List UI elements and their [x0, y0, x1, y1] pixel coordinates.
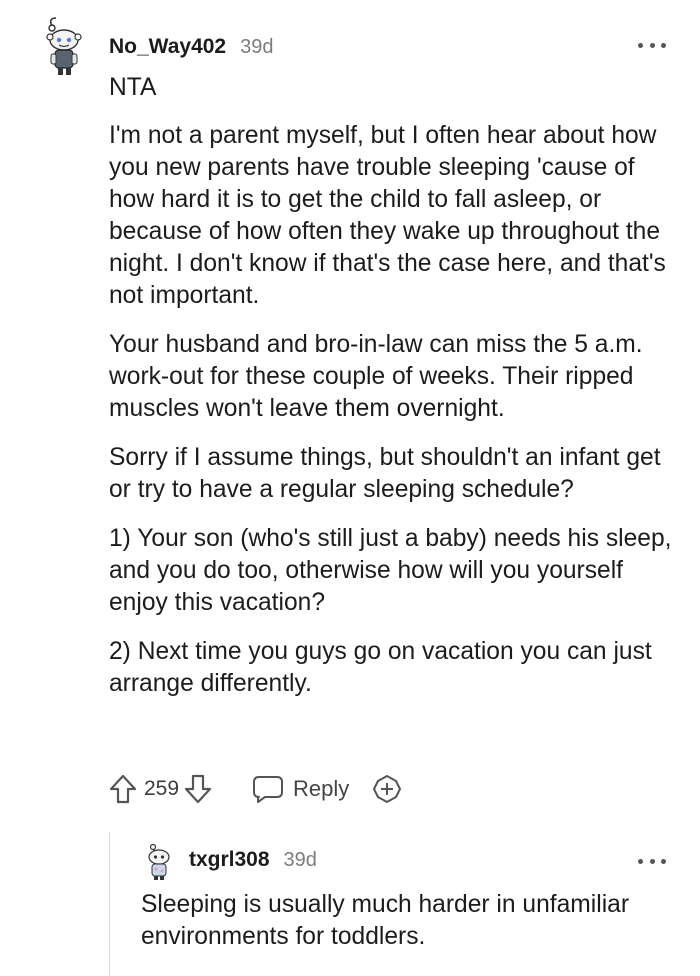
reply-username[interactable]: txgrl308: [189, 848, 270, 872]
snoo-avatar-icon: [148, 843, 170, 880]
thread-line[interactable]: [109, 832, 110, 976]
downvote-button[interactable]: [183, 773, 213, 805]
snoo-avatar-icon: [46, 17, 82, 75]
reply-body: Sleeping is usually much harder in unfam…: [141, 891, 630, 950]
comment-actions: 259 Reply: [108, 771, 403, 807]
reply-timestamp[interactable]: 39d: [284, 849, 317, 872]
reply-avatar[interactable]: [143, 842, 175, 880]
comment-paragraph: 2) Next time you guys go on vacation you…: [109, 638, 652, 697]
comment-meta: No_Way402 39d: [109, 32, 274, 62]
award-button[interactable]: [371, 773, 403, 805]
comment-body: NTA I'm not a parent myself, but I often…: [109, 72, 679, 717]
award-icon: [373, 775, 402, 803]
comment-paragraph: 1) Your son (who's still just a baby) ne…: [109, 525, 672, 616]
comment-timestamp[interactable]: 39d: [240, 36, 273, 59]
comment-username[interactable]: No_Way402: [109, 35, 226, 59]
reply-icon: [253, 776, 284, 803]
vote-score: 259: [144, 777, 180, 800]
comment-paragraph: Your husband and bro-in-law can miss the…: [109, 331, 643, 422]
reply-label: Reply: [293, 776, 350, 801]
more-options-icon[interactable]: [638, 40, 666, 50]
reply-meta: txgrl308 39d: [189, 846, 317, 874]
comment-paragraph: NTA: [109, 74, 157, 101]
upvote-icon: [109, 774, 137, 804]
upvote-button[interactable]: [108, 773, 138, 805]
reply-button[interactable]: Reply: [251, 773, 349, 805]
more-options-icon[interactable]: [638, 856, 666, 866]
comment-paragraph: I'm not a parent myself, but I often hea…: [109, 122, 666, 309]
user-avatar[interactable]: [38, 16, 84, 78]
downvote-icon: [184, 774, 212, 804]
comment-paragraph: Sorry if I assume things, but shouldn't …: [109, 444, 661, 503]
